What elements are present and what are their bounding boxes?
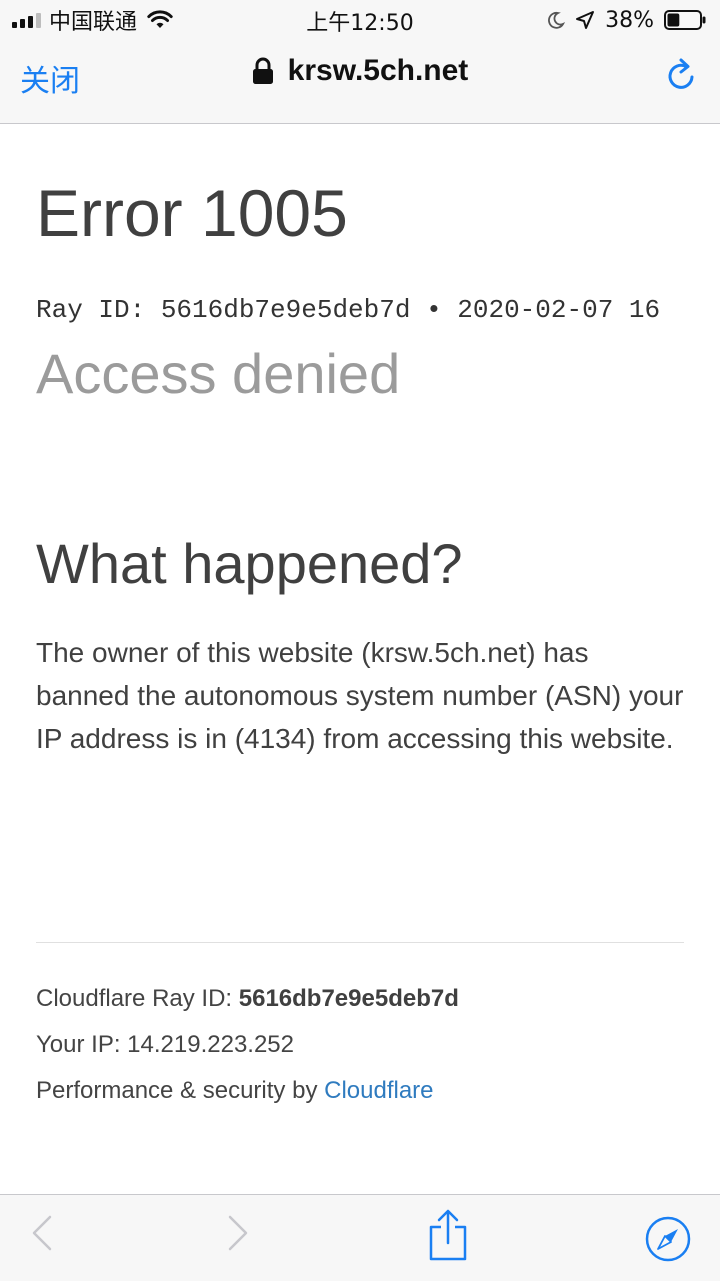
explanation-text: The owner of this website (krsw.5ch.net)… <box>36 637 684 754</box>
share-icon[interactable] <box>428 1209 468 1261</box>
ip-label: Your IP: <box>36 1031 128 1058</box>
safari-compass-icon[interactable] <box>644 1215 692 1263</box>
what-happened-heading: What happened? <box>36 532 463 595</box>
ray-id-label: Cloudflare Ray ID: <box>36 985 239 1012</box>
reload-icon[interactable] <box>666 57 698 93</box>
footer-performance: Performance & security by Cloudflare <box>36 1077 434 1105</box>
battery-percent: 38% <box>605 7 654 33</box>
moon-icon <box>548 11 566 29</box>
access-denied-heading: Access denied <box>36 342 401 405</box>
browser-nav-bar: 关闭 krsw.5ch.net <box>0 40 720 124</box>
footer-ray-id: Cloudflare Ray ID: 5616db7e9e5deb7d <box>36 985 459 1013</box>
error-title: Error 1005 <box>36 176 348 250</box>
cloudflare-link[interactable]: Cloudflare <box>324 1077 433 1104</box>
battery-icon <box>664 10 706 30</box>
lock-icon <box>252 57 273 84</box>
ray-id-line: Ray ID: 5616db7e9e5deb7d • 2020-02-07 16 <box>36 295 661 325</box>
performance-label: Performance & security by <box>36 1077 325 1104</box>
address-bar[interactable]: krsw.5ch.net <box>252 54 469 88</box>
location-icon <box>576 11 595 29</box>
ip-value: 14.219.223.252 <box>127 1031 294 1058</box>
browser-toolbar <box>0 1194 720 1281</box>
ray-id-value: 5616db7e9e5deb7d <box>238 985 459 1012</box>
url-text: krsw.5ch.net <box>287 54 469 87</box>
back-icon[interactable] <box>30 1213 54 1253</box>
footer-ip: Your IP: 14.219.223.252 <box>36 1031 294 1059</box>
footer-divider <box>36 942 684 943</box>
status-bar: 中国联通 上午12:50 38% <box>0 0 720 40</box>
page-content: Error 1005 Ray ID: 5616db7e9e5deb7d • 20… <box>36 123 720 1193</box>
forward-icon[interactable] <box>226 1213 250 1253</box>
